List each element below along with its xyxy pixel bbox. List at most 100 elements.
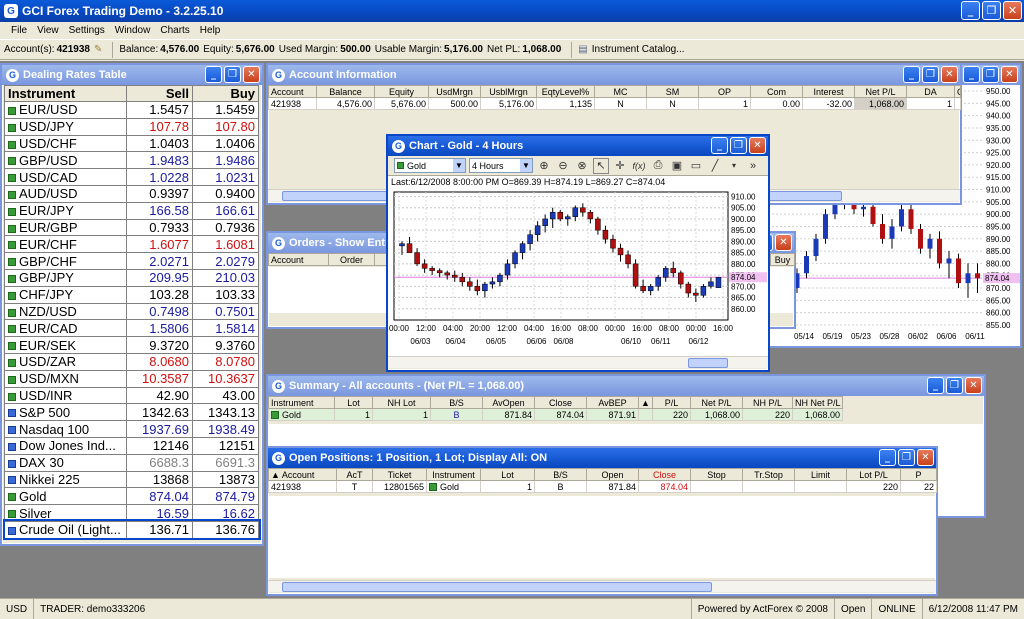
candle-body[interactable] [662, 268, 669, 278]
rate-row[interactable]: USD/JPY 107.78 107.80 [4, 117, 259, 136]
save-icon[interactable]: ▣ [669, 158, 685, 174]
positions-minimize-button[interactable]: _ [879, 449, 896, 466]
menu-help[interactable]: Help [195, 25, 226, 36]
menu-view[interactable]: View [32, 25, 64, 36]
account-col-header[interactable]: Account [268, 85, 317, 98]
candle-body[interactable] [467, 281, 473, 287]
menu-file[interactable]: File [6, 25, 32, 36]
candle-body[interactable] [647, 286, 654, 292]
candle-body[interactable] [527, 234, 533, 244]
rate-row[interactable]: GBP/USD 1.9483 1.9486 [4, 151, 259, 170]
rates-col-sell[interactable]: Sell [126, 85, 193, 102]
rates-minimize-button[interactable]: _ [205, 66, 222, 83]
menu-charts[interactable]: Charts [155, 25, 194, 36]
account-info-minimize-button[interactable]: _ [903, 66, 920, 83]
rate-row[interactable]: Gold 874.04 874.79 [4, 487, 259, 506]
candle-body[interactable] [587, 211, 594, 220]
rate-row[interactable]: CHF/JPY 103.28 103.33 [4, 285, 259, 304]
menu-settings[interactable]: Settings [64, 25, 110, 36]
candle-body[interactable] [451, 274, 458, 278]
positions-col-header[interactable]: P [900, 468, 937, 481]
candle-body[interactable] [436, 270, 443, 274]
catalog-icon[interactable]: ▤ [578, 44, 587, 55]
candle-body[interactable] [421, 263, 428, 269]
positions-col-header[interactable]: B/S [534, 468, 587, 481]
bg-chart-restore-button[interactable]: ❐ [982, 66, 999, 83]
bg-chart-close-button[interactable]: ✕ [1001, 66, 1018, 83]
period-select[interactable]: 4 Hours ▼ [469, 158, 533, 173]
rate-row[interactable]: EUR/CHF 1.6077 1.6081 [4, 235, 259, 254]
candle-body[interactable] [406, 243, 413, 253]
positions-restore-button[interactable]: ❐ [898, 449, 915, 466]
rate-row[interactable]: USD/MXN 10.3587 10.3637 [4, 369, 259, 388]
account-col-header[interactable]: Gr [954, 85, 961, 98]
account-col-header[interactable]: Net P/L [854, 85, 907, 98]
function-icon[interactable]: f(x) [631, 158, 647, 174]
account-col-header[interactable]: UsblMrgn [480, 85, 537, 98]
summary-col-header[interactable]: NH P/L [742, 396, 793, 409]
chart-restore-button[interactable]: ❐ [730, 137, 747, 154]
account-col-header[interactable]: UsdMrgn [428, 85, 481, 98]
dropdown-icon[interactable]: ▾ [726, 158, 742, 174]
rate-row[interactable]: EUR/GBP 0.7933 0.7936 [4, 218, 259, 237]
candle-body[interactable] [399, 243, 405, 247]
zoom-out-icon[interactable]: ⊖ [555, 158, 571, 174]
rate-row[interactable]: EUR/JPY 166.58 166.61 [4, 201, 259, 220]
candle-body[interactable] [504, 263, 511, 276]
summary-col-header[interactable]: NH Net P/L [792, 396, 843, 409]
account-col-header[interactable]: DA [906, 85, 955, 98]
summary-col-header[interactable]: B/S [430, 396, 483, 409]
account-col-header[interactable]: Balance [316, 85, 375, 98]
summary-minimize-button[interactable]: _ [927, 377, 944, 394]
candle-body[interactable] [489, 281, 496, 285]
candle-body[interactable] [534, 225, 541, 235]
positions-col-header[interactable]: Lot [480, 468, 535, 481]
chart-close-button[interactable]: ✕ [749, 137, 766, 154]
positions-col-header[interactable]: Ticket [372, 468, 427, 481]
orders-close-button[interactable]: ✕ [775, 234, 792, 251]
account-info-close-button[interactable]: ✕ [941, 66, 958, 83]
positions-col-header[interactable]: Instrument [426, 468, 481, 481]
candle-body[interactable] [580, 207, 586, 213]
summary-col-header[interactable]: AvBEP [586, 396, 639, 409]
rate-row[interactable]: DAX 30 6688.3 6691.3 [4, 453, 259, 472]
positions-col-header[interactable]: AcT [336, 468, 373, 481]
candle-body[interactable] [497, 274, 503, 283]
instrument-select[interactable]: Gold ▼ [394, 158, 466, 173]
candle-body[interactable] [444, 272, 450, 276]
candle-body[interactable] [482, 283, 488, 292]
orders-col-buy[interactable]: Buy [770, 253, 795, 266]
positions-col-header[interactable]: Stop [690, 468, 743, 481]
rate-row[interactable]: Nikkei 225 13868 13873 [4, 470, 259, 489]
positions-col-header[interactable]: Limit [794, 468, 847, 481]
rate-row[interactable]: Dow Jones Ind... 12146 12151 [4, 436, 259, 455]
chart-scrollbar[interactable] [388, 356, 768, 368]
positions-col-header[interactable]: Close [638, 468, 691, 481]
rate-row[interactable]: USD/CAD 1.0228 1.0231 [4, 168, 259, 186]
summary-col-header[interactable]: P/L [652, 396, 691, 409]
candle-body[interactable] [625, 254, 631, 265]
tools-icon[interactable]: ✎ [94, 44, 102, 55]
summary-col-header[interactable]: NH Lot [372, 396, 431, 409]
positions-scrollbar[interactable] [268, 580, 936, 592]
rate-row[interactable]: EUR/CAD 1.5806 1.5814 [4, 319, 259, 338]
summary-col-header[interactable]: Net P/L [690, 396, 743, 409]
restore-button[interactable]: ❐ [982, 1, 1001, 20]
rate-row[interactable]: EUR/SEK 9.3720 9.3760 [4, 336, 259, 354]
cursor-icon[interactable]: ↖ [593, 157, 609, 174]
zoom-in-icon[interactable]: ⊕ [536, 158, 552, 174]
orders-col-order[interactable]: Order [328, 253, 375, 266]
summary-col-header[interactable]: Lot [334, 396, 373, 409]
summary-col-header[interactable]: ▲ [638, 396, 653, 409]
summary-close-button[interactable]: ✕ [965, 377, 982, 394]
candle-body[interactable] [610, 238, 616, 249]
rate-row[interactable]: NZD/USD 0.7498 0.7501 [4, 302, 259, 321]
candle-body[interactable] [678, 272, 684, 285]
candle-body[interactable] [572, 207, 579, 217]
summary-restore-button[interactable]: ❐ [946, 377, 963, 394]
candle-body[interactable] [474, 286, 481, 292]
account-col-header[interactable]: Interest [802, 85, 855, 98]
line-tool-icon[interactable]: ╱ [707, 158, 723, 174]
rates-restore-button[interactable]: ❐ [224, 66, 241, 83]
rate-row[interactable]: Silver 16.59 16.62 [4, 504, 259, 522]
